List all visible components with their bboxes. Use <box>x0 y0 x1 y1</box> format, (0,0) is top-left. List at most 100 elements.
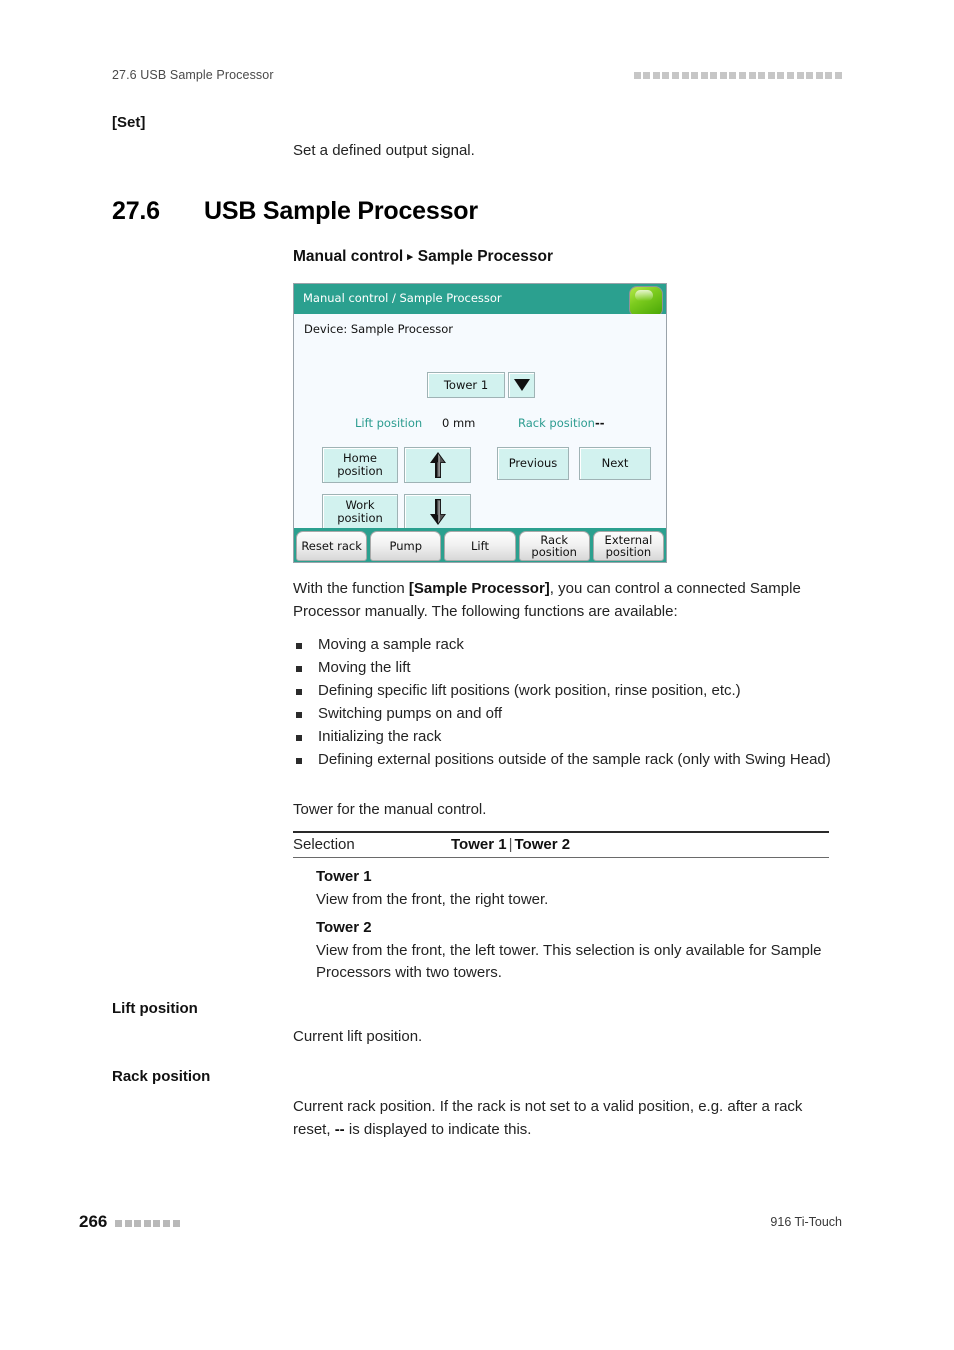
tower2-term: Tower 2 <box>316 919 372 936</box>
marker-square <box>806 72 814 79</box>
marker-square <box>748 72 756 79</box>
intro-bold: [Sample Processor] <box>408 580 550 597</box>
screen-tab-label: External position <box>604 532 653 559</box>
home-position-button[interactable]: Home position <box>322 447 398 483</box>
screen-body: Device: Sample Processor Tower 1 Lift po… <box>294 314 666 530</box>
list-item: Defining specific lift positions (work p… <box>293 680 841 703</box>
lift-position-block-description: Current lift position. <box>293 1028 423 1045</box>
list-item: Moving a sample rack <box>293 634 841 657</box>
screen-tab[interactable]: Rack position <box>518 531 590 561</box>
running-header-text: 27.6 USB Sample Processor <box>112 68 274 82</box>
lift-position-value: 0 mm <box>442 416 476 430</box>
marker-square <box>719 72 727 79</box>
breadcrumb-arrow-icon: ▸ <box>407 250 413 263</box>
marker-square <box>633 72 641 79</box>
footer-product-name: 916 Ti-Touch <box>770 1215 842 1229</box>
marker-square <box>825 72 833 79</box>
running-header: 27.6 USB Sample Processor <box>112 68 842 88</box>
selection-value: Tower 1 | Tower 2 <box>451 835 571 853</box>
marker-square <box>777 72 785 79</box>
list-item: Switching pumps on and off <box>293 703 841 726</box>
work-position-button[interactable]: Work position <box>322 494 398 530</box>
screen-tab[interactable]: Pump <box>370 531 442 561</box>
tower1-term: Tower 1 <box>316 868 372 885</box>
intro-pre: With the function <box>293 580 409 597</box>
tower-selector[interactable]: Tower 1 <box>427 372 535 398</box>
table-row: Selection Tower 1 | Tower 2 <box>293 833 829 857</box>
green-status-led-icon[interactable] <box>629 286 663 317</box>
section-heading: 27.6 USB Sample Processor <box>112 197 478 226</box>
marker-square <box>153 1220 161 1227</box>
device-line: Device: Sample Processor <box>304 322 454 336</box>
arrow-down-icon <box>429 499 447 525</box>
rack-position-block-label: Rack position <box>112 1068 211 1085</box>
screen-tab-label: Lift <box>471 538 489 553</box>
list-item: Moving the lift <box>293 657 841 680</box>
screen-tab[interactable]: Lift <box>444 531 516 561</box>
marker-square <box>643 72 651 79</box>
screen-tab[interactable]: Reset rack <box>296 531 368 561</box>
marker-square <box>815 72 823 79</box>
section-title: USB Sample Processor <box>204 197 478 225</box>
marker-square <box>796 72 804 79</box>
next-rack-button[interactable]: Next <box>579 447 651 480</box>
work-position-button-label: Work position <box>337 498 383 525</box>
marker-square <box>681 72 689 79</box>
tower-intro-text: Tower for the manual control. <box>293 801 487 818</box>
lift-position-label: Lift position <box>355 416 423 430</box>
function-bullet-list: Moving a sample rack Moving the lift Defin… <box>293 634 841 772</box>
marker-square <box>700 72 708 79</box>
tower-dropdown-button[interactable] <box>508 372 535 398</box>
marker-square <box>134 1220 142 1227</box>
rack-desc-mark: -- <box>334 1120 345 1138</box>
tower1-text: View from the front, the right tower. <box>316 890 549 908</box>
header-marker-strip <box>633 72 842 79</box>
tower2-definition: Tower 2 View from the front, the left to… <box>316 917 836 985</box>
lift-position-block-label: Lift position <box>112 1000 198 1017</box>
marker-square <box>172 1220 180 1227</box>
previous-rack-button[interactable]: Previous <box>497 447 569 480</box>
marker-square <box>124 1220 132 1227</box>
rack-position-label: Rack position <box>518 416 595 430</box>
marker-square <box>767 72 775 79</box>
device-screenshot: Manual control / Sample Processor Device… <box>293 283 667 563</box>
marker-square <box>710 72 718 79</box>
selection-key: Selection <box>293 835 355 853</box>
page-number: 266 <box>79 1212 108 1231</box>
screen-tab-bar: Reset rack Pump Lift Rack position External po… <box>294 528 666 562</box>
marker-square <box>758 72 766 79</box>
rack-position-block-description: Current rack position. If the rack is no… <box>293 1096 838 1141</box>
rack-desc-post: is displayed to indicate this. <box>344 1120 532 1138</box>
lift-down-button[interactable] <box>404 494 471 530</box>
marker-square <box>739 72 747 79</box>
marker-square <box>162 1220 170 1227</box>
breadcrumb-item-sample-processor: Sample Processor <box>417 248 554 265</box>
marker-square <box>787 72 795 79</box>
marker-square <box>729 72 737 79</box>
list-item: Defining external positions outside of t… <box>293 749 841 772</box>
section-number: 27.6 <box>112 197 160 225</box>
screen-tab-label: Reset rack <box>301 538 362 553</box>
home-position-button-label: Home position <box>337 451 383 478</box>
set-description: Set a defined output signal. <box>293 142 475 159</box>
screen-tab[interactable]: External position <box>592 531 665 561</box>
tower-selected-value[interactable]: Tower 1 <box>427 372 505 398</box>
marker-square <box>143 1220 151 1227</box>
table-rule-bottom <box>293 856 829 858</box>
selection-table: Selection Tower 1 | Tower 2 <box>293 831 829 858</box>
caret-down-icon <box>513 379 530 391</box>
breadcrumb-item-manual-control: Manual control <box>293 248 404 265</box>
rack-position-value: -- <box>595 416 605 430</box>
list-item: Initializing the rack <box>293 726 841 749</box>
marker-square <box>835 72 842 79</box>
breadcrumb: Manual control ▸ Sample Processor <box>293 248 553 266</box>
document-page: 27.6 USB Sample Processor [Set] Set a de… <box>0 0 954 1350</box>
tower1-definition: Tower 1 View from the front, the right t… <box>316 866 836 911</box>
arrow-up-icon <box>429 452 447 478</box>
marker-square <box>671 72 679 79</box>
set-label: [Set] <box>112 114 146 131</box>
marker-square <box>115 1220 122 1227</box>
lift-up-button[interactable] <box>404 447 471 483</box>
screen-title-bar: Manual control / Sample Processor <box>294 284 666 317</box>
footer-marker-strip <box>115 1220 180 1227</box>
